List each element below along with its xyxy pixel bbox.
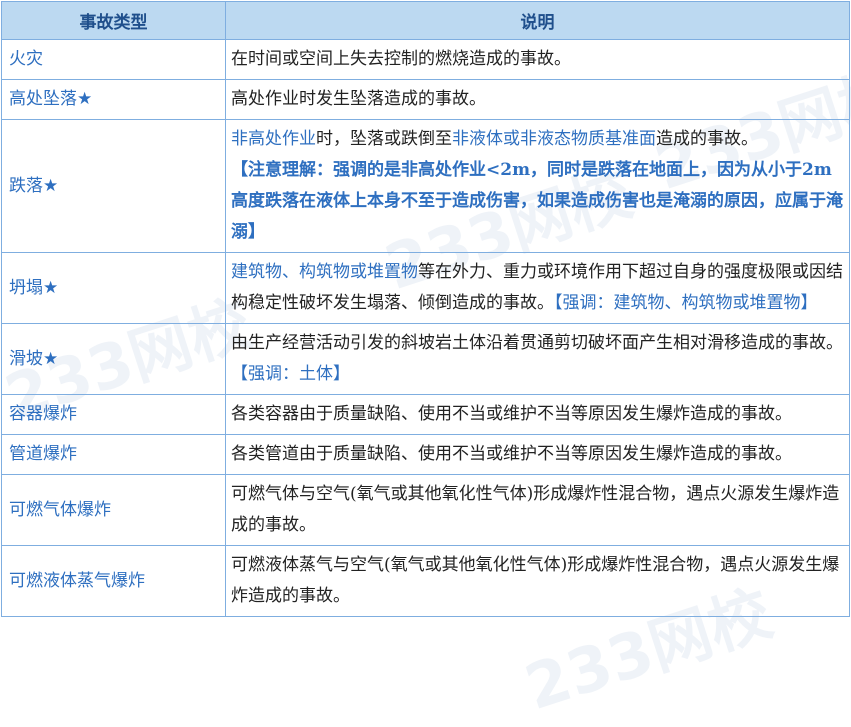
table-row: 高处坠落★ 高处作业时发生坠落造成的事故。	[1, 79, 850, 120]
accident-type-cell: 坍塌★	[1, 252, 226, 324]
description-text: 高处作业时发生坠落造成的事故。	[231, 89, 486, 109]
accident-description-cell: 由生产经营活动引发的斜坡岩土体沿着贯通剪切破坏面产生相对滑移造成的事故。 【强调：…	[225, 323, 850, 395]
emphasis-text: 非高处作业	[231, 129, 316, 149]
accident-type-cell: 可燃液体蒸气爆炸	[1, 545, 226, 617]
description-text: 可燃液体蒸气与空气(氧气或其他氧化性气体)形成爆炸性混合物，遇点火源发生爆炸造成…	[231, 555, 840, 606]
table-row: 可燃气体爆炸 可燃气体与空气(氧气或其他氧化性气体)形成爆炸性混合物，遇点火源发生…	[1, 474, 850, 546]
description-text: 由生产经营活动引发的斜坡岩土体沿着贯通剪切破坏面产生相对滑移造成的事故。	[231, 333, 843, 353]
emphasis-text: 【强调：土体】	[231, 364, 350, 384]
description-text: 各类管道由于质量缺陷、使用不当或维护不当等原因发生爆炸造成的事故。	[231, 444, 792, 464]
description-text: 各类容器由于质量缺陷、使用不当或维护不当等原因发生爆炸造成的事故。	[231, 404, 792, 424]
table-row: 可燃液体蒸气爆炸 可燃液体蒸气与空气(氧气或其他氧化性气体)形成爆炸性混合物，遇点…	[1, 545, 850, 617]
accident-type-cell: 可燃气体爆炸	[1, 474, 226, 546]
table-body: 火灾 在时间或空间上失去控制的燃烧造成的事故。 高处坠落★ 高处作业时发生坠落造成的事…	[1, 39, 850, 617]
accident-description-cell: 非高处作业时，坠落或跌倒至非液体或非液态物质基准面造成的事故。【注意理解：强调的…	[225, 119, 850, 253]
accident-type-cell: 滑坡★	[1, 323, 226, 395]
accident-description-cell: 建筑物、构筑物或堆置物等在外力、重力或环境作用下超过自身的强度极限或因结构稳定性…	[225, 252, 850, 324]
accident-description-cell: 可燃液体蒸气与空气(氧气或其他氧化性气体)形成爆炸性混合物，遇点火源发生爆炸造成…	[225, 545, 850, 617]
table-row: 管道爆炸 各类管道由于质量缺陷、使用不当或维护不当等原因发生爆炸造成的事故。	[1, 434, 850, 475]
accident-description-cell: 高处作业时发生坠落造成的事故。	[225, 79, 850, 120]
accident-type-cell: 容器爆炸	[1, 394, 226, 435]
description-text: 可燃气体与空气(氧气或其他氧化性气体)形成爆炸性混合物，遇点火源发生爆炸造成的事…	[231, 484, 840, 535]
table-row: 坍塌★ 建筑物、构筑物或堆置物等在外力、重力或环境作用下超过自身的强度极限或因结构…	[1, 252, 850, 324]
accident-type-cell: 管道爆炸	[1, 434, 226, 475]
table-header-row: 事故类型 说明	[1, 1, 850, 40]
accident-type-table: 事故类型 说明 火灾 在时间或空间上失去控制的燃烧造成的事故。 高处坠落★ 高处作业时…	[1, 1, 850, 617]
emphasis-text: 【强调：建筑物、构筑物或堆置物】	[554, 293, 818, 313]
emphasis-text: 【注意理解：强调的是非高处作业<2m，同时是跌落在地面上，因为从小于2m高度跌落…	[231, 160, 843, 242]
accident-type-cell: 高处坠落★	[1, 79, 226, 120]
description-text: 造成的事故。	[656, 129, 758, 149]
accident-description-cell: 各类管道由于质量缺陷、使用不当或维护不当等原因发生爆炸造成的事故。	[225, 434, 850, 475]
header-type: 事故类型	[1, 1, 226, 40]
table-row: 滑坡★ 由生产经营活动引发的斜坡岩土体沿着贯通剪切破坏面产生相对滑移造成的事故。【…	[1, 323, 850, 395]
accident-type-cell: 跌落★	[1, 119, 226, 253]
accident-type-cell: 火灾	[1, 39, 226, 80]
description-text: 在时间或空间上失去控制的燃烧造成的事故。	[231, 49, 571, 69]
table-row: 容器爆炸 各类容器由于质量缺陷、使用不当或维护不当等原因发生爆炸造成的事故。	[1, 394, 850, 435]
accident-description-cell: 各类容器由于质量缺陷、使用不当或维护不当等原因发生爆炸造成的事故。	[225, 394, 850, 435]
table-row: 跌落★ 非高处作业时，坠落或跌倒至非液体或非液态物质基准面造成的事故。【注意理解：…	[1, 119, 850, 253]
accident-description-cell: 在时间或空间上失去控制的燃烧造成的事故。	[225, 39, 850, 80]
accident-description-cell: 可燃气体与空气(氧气或其他氧化性气体)形成爆炸性混合物，遇点火源发生爆炸造成的事…	[225, 474, 850, 546]
table-row: 火灾 在时间或空间上失去控制的燃烧造成的事故。	[1, 39, 850, 80]
header-description: 说明	[225, 1, 850, 40]
emphasis-text: 建筑物、构筑物或堆置物	[231, 262, 418, 282]
emphasis-text: 非液体或非液态物质基准面	[452, 129, 656, 149]
description-text: 时，坠落或跌倒至	[316, 129, 452, 149]
